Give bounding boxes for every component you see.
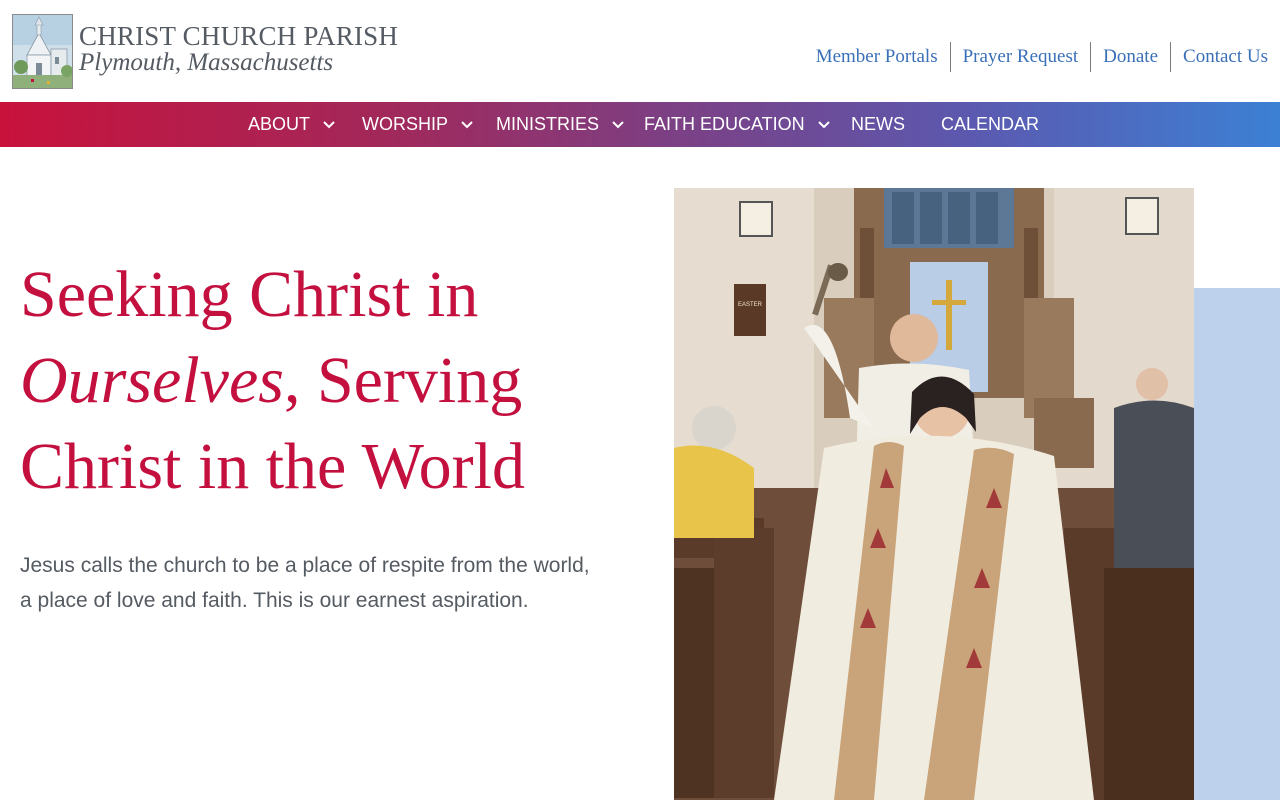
nav-item-worship[interactable]: WORSHIP	[362, 102, 477, 147]
site-header: CHRIST CHURCH PARISH Plymouth, Massachus…	[0, 0, 1280, 102]
chevron-down-icon[interactable]	[608, 115, 628, 135]
hero-heading-part2: , Serving	[283, 344, 523, 417]
nav-item-label: NEWS	[851, 114, 905, 134]
logo-text: CHRIST CHURCH PARISH Plymouth, Massachus…	[79, 22, 398, 76]
hero-heading-part3: Christ in the World	[20, 430, 525, 503]
nav-item-label: ABOUT	[248, 114, 311, 134]
nav-item-about[interactable]: ABOUT	[248, 102, 339, 147]
church-illustration-icon	[12, 14, 73, 89]
decorative-accent-block	[1194, 288, 1280, 800]
hero-heading: Seeking Christ in Ourselves, Serving Chris…	[20, 252, 640, 510]
nav-item-label: WORSHIP	[362, 114, 449, 134]
member-portals-link[interactable]: Member Portals	[804, 42, 950, 72]
site-title: CHRIST CHURCH PARISH	[79, 21, 399, 51]
hero-heading-italic: Ourselves	[20, 344, 284, 417]
contact-us-link[interactable]: Contact Us	[1170, 42, 1280, 72]
clergy-procession-photo: EASTER	[674, 188, 1194, 800]
nav-item-calendar[interactable]: CALENDAR	[941, 102, 1039, 147]
nav-item-ministries[interactable]: MINISTRIES	[496, 102, 628, 147]
nav-item-label: FAITH EDUCATION	[644, 114, 805, 134]
site-subtitle: Plymouth, Massachusetts	[79, 49, 334, 76]
nav-item-label: CALENDAR	[941, 114, 1040, 134]
prayer-request-link[interactable]: Prayer Request	[949, 42, 1091, 72]
nav-item-faith-education[interactable]: FAITH EDUCATION	[644, 102, 834, 147]
donate-link[interactable]: Donate	[1090, 42, 1170, 72]
hero-heading-part1: Seeking Christ in	[20, 258, 479, 331]
nav-item-news[interactable]: NEWS	[851, 102, 905, 147]
chevron-down-icon[interactable]	[457, 115, 477, 135]
main-nav: ABOUT WORSHIP MINISTRIES FAITH EDUCATION…	[0, 102, 1280, 147]
hero-body-text: Jesus calls the church to be a place of …	[20, 554, 590, 612]
hymn-board-sign: EASTER	[738, 302, 763, 308]
utility-nav: Member Portals Prayer Request Donate Con…	[804, 42, 1280, 72]
nav-item-label: MINISTRIES	[496, 114, 600, 134]
site-logo-link[interactable]: CHRIST CHURCH PARISH Plymouth, Massachus…	[12, 14, 398, 89]
chevron-down-icon[interactable]	[814, 115, 834, 135]
chevron-down-icon[interactable]	[319, 115, 339, 135]
